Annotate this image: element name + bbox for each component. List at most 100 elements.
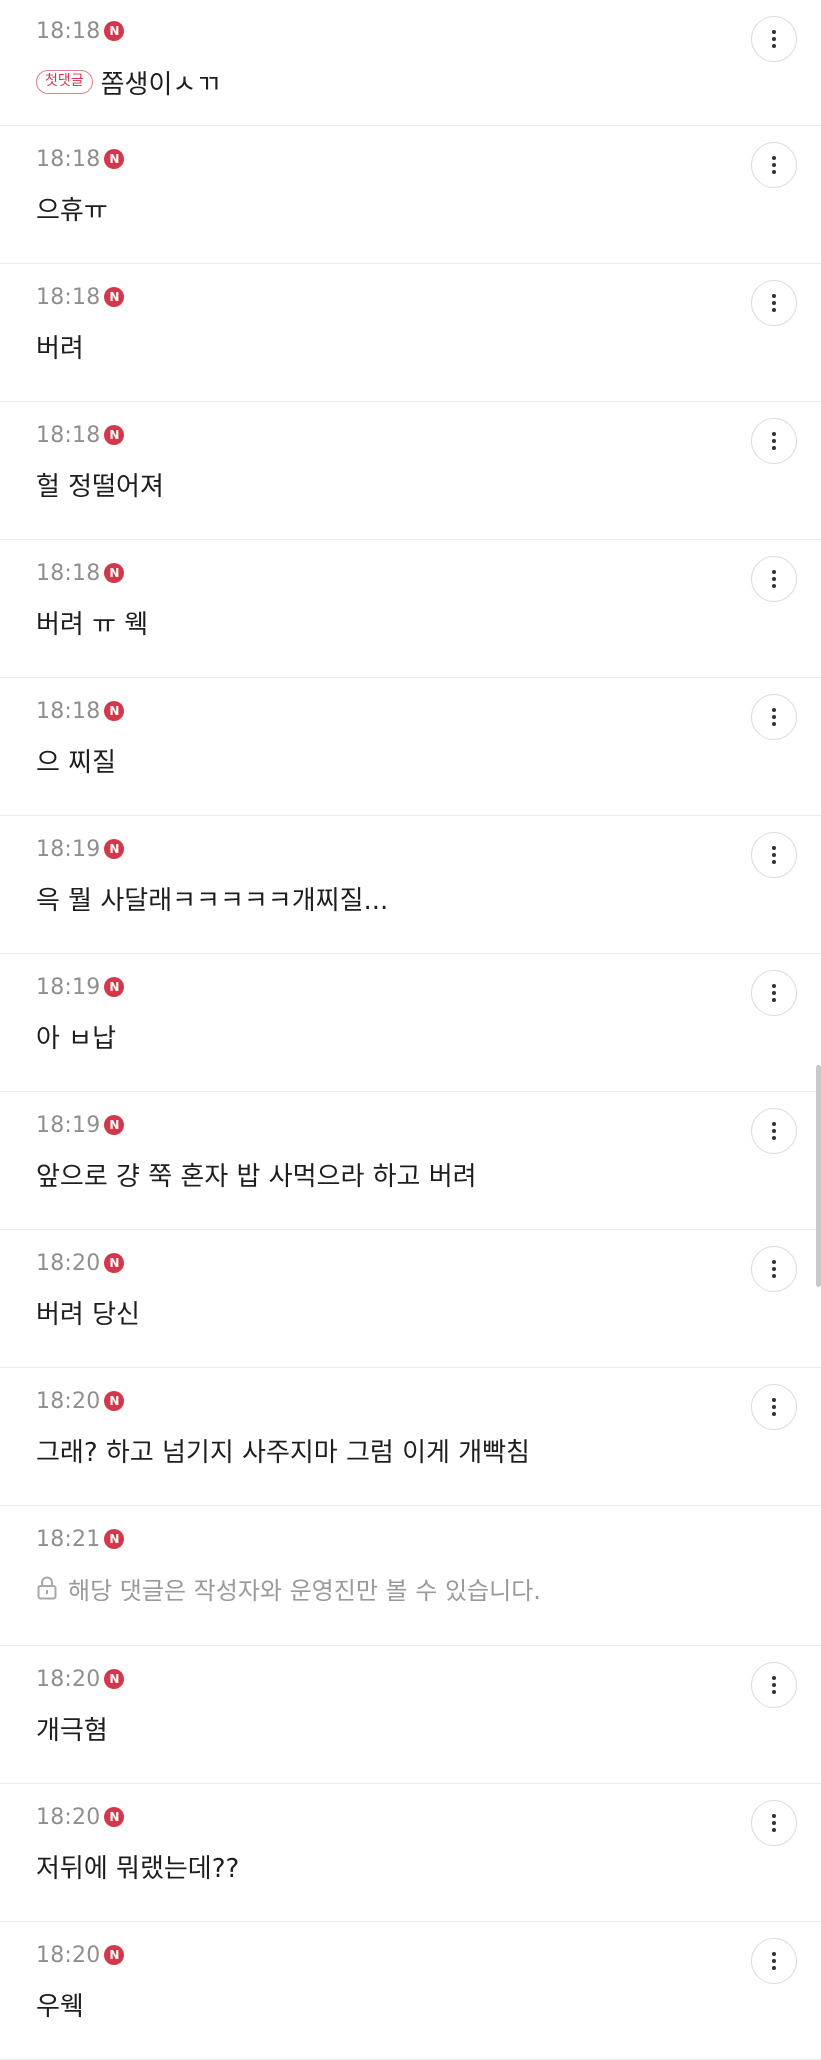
comment-text: 그래? 하고 넘기지 사주지마 그럼 이게 개빡침 — [36, 1437, 530, 1468]
comment-list: 18:18 N 첫댓글 쫌생이ㅅㄲ 18:18 N 으휴ㅠ 18:18 N 버려… — [0, 0, 821, 2060]
comment-meta: 18:20 N — [36, 1248, 125, 1278]
more-vertical-icon — [772, 570, 776, 574]
more-options-button[interactable] — [751, 142, 797, 188]
more-vertical-icon — [772, 294, 776, 298]
comment-text: 쫌생이ㅅㄲ — [100, 69, 221, 100]
more-vertical-icon — [772, 1952, 776, 1956]
comment-text: 버려 — [36, 333, 84, 364]
more-vertical-icon — [772, 432, 776, 436]
comment-item: 18:20 N 저뒤에 뭐랬는데?? — [0, 1784, 821, 1922]
comment-body: 윽 뭘 사달래ㅋㅋㅋㅋㅋ개찌질... — [36, 880, 388, 916]
more-vertical-icon — [772, 1676, 776, 1680]
comment-item: 18:20 N 버려 당신 — [0, 1230, 821, 1368]
comment-body: 아 ㅂ납 — [36, 1018, 116, 1054]
comment-body: 저뒤에 뭐랬는데?? — [36, 1848, 239, 1884]
more-options-button[interactable] — [751, 16, 797, 62]
more-vertical-icon — [772, 1260, 776, 1264]
scrollbar[interactable] — [816, 1065, 821, 1287]
more-options-button[interactable] — [751, 1662, 797, 1708]
comment-body: 버려 — [36, 328, 84, 364]
comment-item: 18:18 N 헐 정떨어져 — [0, 402, 821, 540]
more-options-button[interactable] — [751, 970, 797, 1016]
new-badge: N — [104, 1253, 125, 1273]
more-options-button[interactable] — [751, 1800, 797, 1846]
comment-time: 18:18 — [36, 284, 101, 310]
new-badge: N — [104, 1391, 125, 1411]
new-badge: N — [104, 1807, 125, 1827]
more-options-button[interactable] — [751, 280, 797, 326]
comment-body: 앞으로 걍 쭉 혼자 밥 사먹으라 하고 버려 — [36, 1156, 477, 1192]
more-vertical-icon — [772, 1814, 776, 1818]
comment-meta: 18:18 N — [36, 16, 125, 46]
more-options-button[interactable] — [751, 1938, 797, 1984]
comment-time: 18:20 — [36, 1250, 101, 1276]
comment-item: 18:18 N 첫댓글 쫌생이ㅅㄲ — [0, 0, 821, 126]
new-badge: N — [104, 1945, 125, 1965]
comment-text: 우웩 — [36, 1991, 84, 2022]
comment-time: 18:19 — [36, 1112, 101, 1138]
comment-meta: 18:20 N — [36, 1940, 125, 1970]
comment-text: 개극혐 — [36, 1715, 108, 1746]
comment-text: 아 ㅂ납 — [36, 1023, 117, 1054]
new-badge: N — [104, 563, 125, 583]
comment-meta: 18:20 N — [36, 1802, 125, 1832]
comment-time: 18:20 — [36, 1666, 101, 1692]
new-badge: N — [104, 1669, 125, 1689]
comment-text: 앞으로 걍 쭉 혼자 밥 사먹으라 하고 버려 — [36, 1161, 477, 1192]
comment-body: 첫댓글 쫌생이ㅅㄲ — [36, 64, 220, 100]
secret-comment-item: 18:21 N 해당 댓글은 작성자와 운영진만 볼 수 있습니다. — [0, 1506, 821, 1646]
comment-body: 우웩 — [36, 1986, 84, 2022]
comment-time: 18:21 — [36, 1526, 101, 1552]
comment-time: 18:20 — [36, 1942, 101, 1968]
comment-item: 18:18 N 버려 ㅠ 웩 — [0, 540, 821, 678]
comment-meta: 18:20 N — [36, 1386, 125, 1416]
comment-meta: 18:19 N — [36, 972, 125, 1002]
new-badge: N — [104, 425, 125, 445]
more-vertical-icon — [772, 984, 776, 988]
more-options-button[interactable] — [751, 1384, 797, 1430]
comment-item: 18:18 N 으휴ㅠ — [0, 126, 821, 264]
comment-time: 18:18 — [36, 18, 101, 44]
comment-item: 18:19 N 앞으로 걍 쭉 혼자 밥 사먹으라 하고 버려 — [0, 1092, 821, 1230]
comment-body: 헐 정떨어져 — [36, 466, 164, 502]
more-options-button[interactable] — [751, 556, 797, 602]
comment-meta: 18:18 N — [36, 282, 125, 312]
comment-body: 버려 ㅠ 웩 — [36, 604, 148, 640]
comment-time: 18:19 — [36, 836, 101, 862]
comment-meta: 18:19 N — [36, 834, 125, 864]
new-badge: N — [104, 701, 125, 721]
comment-item: 18:18 N 으 찌질 — [0, 678, 821, 816]
comment-text: 으 찌질 — [36, 747, 117, 778]
comment-meta: 18:18 N — [36, 558, 125, 588]
more-vertical-icon — [772, 1122, 776, 1126]
comment-body: 그래? 하고 넘기지 사주지마 그럼 이게 개빡침 — [36, 1432, 530, 1468]
comment-meta: 18:18 N — [36, 420, 125, 450]
comment-item: 18:20 N 그래? 하고 넘기지 사주지마 그럼 이게 개빡침 — [0, 1368, 821, 1506]
more-options-button[interactable] — [751, 418, 797, 464]
new-badge: N — [104, 839, 125, 859]
comment-meta: 18:18 N — [36, 144, 125, 174]
comment-item: 18:19 N 아 ㅂ납 — [0, 954, 821, 1092]
comment-body: 해당 댓글은 작성자와 운영진만 볼 수 있습니다. — [36, 1570, 541, 1606]
new-badge: N — [104, 1529, 125, 1549]
comment-time: 18:20 — [36, 1804, 101, 1830]
comment-time: 18:18 — [36, 422, 101, 448]
more-options-button[interactable] — [751, 832, 797, 878]
secret-comment-text: 해당 댓글은 작성자와 운영진만 볼 수 있습니다. — [68, 1576, 541, 1605]
comment-text: 버려 ㅠ 웩 — [36, 609, 149, 640]
comment-text: 으휴ㅠ — [36, 195, 108, 226]
comment-body: 으휴ㅠ — [36, 190, 108, 226]
first-comment-tag: 첫댓글 — [36, 70, 93, 94]
comment-meta: 18:19 N — [36, 1110, 125, 1140]
new-badge: N — [104, 1115, 125, 1135]
comment-text: 헐 정떨어져 — [36, 471, 164, 502]
comment-item: 18:18 N 버려 — [0, 264, 821, 402]
comment-text: 저뒤에 뭐랬는데?? — [36, 1853, 240, 1884]
comment-time: 18:19 — [36, 974, 101, 1000]
new-badge: N — [104, 21, 125, 41]
comment-body: 버려 당신 — [36, 1294, 140, 1330]
more-options-button[interactable] — [751, 694, 797, 740]
more-options-button[interactable] — [751, 1108, 797, 1154]
more-options-button[interactable] — [751, 1246, 797, 1292]
more-vertical-icon — [772, 1398, 776, 1402]
